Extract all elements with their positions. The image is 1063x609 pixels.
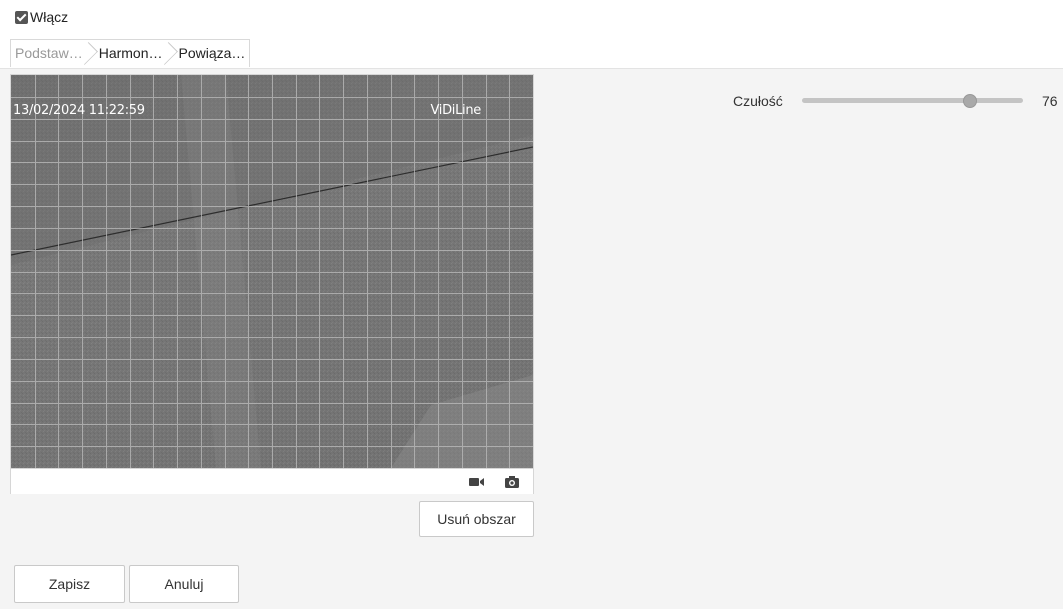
snapshot-camera-icon[interactable]: [505, 475, 519, 491]
top-bar: Włącz Podstaw… Harmon… Powiąza…: [0, 0, 1063, 69]
sensitivity-control: Czułość 76: [733, 92, 1063, 112]
tab-basic[interactable]: Podstaw…: [11, 40, 93, 67]
enable-checkbox[interactable]: Włącz: [15, 9, 68, 25]
video-timestamp: 13/02/2024 11:22:59: [13, 103, 145, 118]
video-panel: 13/02/2024 11:22:59 ViDiLine: [10, 74, 534, 494]
video-camera-icon[interactable]: [469, 475, 485, 491]
save-button[interactable]: Zapisz: [14, 565, 125, 603]
sensitivity-slider-handle[interactable]: [962, 94, 977, 108]
tab-linkage[interactable]: Powiąza…: [173, 40, 250, 67]
tab-bar: Podstaw… Harmon… Powiąza…: [10, 39, 251, 67]
enable-label: Włącz: [30, 9, 69, 25]
remove-area-button[interactable]: Usuń obszar: [419, 501, 534, 537]
motion-grid-overlay[interactable]: [11, 75, 533, 468]
sensitivity-label: Czułość: [733, 93, 783, 109]
live-video-area[interactable]: 13/02/2024 11:22:59 ViDiLine: [11, 75, 533, 468]
video-camera-name: ViDiLine: [430, 103, 481, 118]
video-toolbar: [11, 468, 533, 494]
checkbox-checked-icon[interactable]: [15, 10, 28, 24]
cancel-button[interactable]: Anuluj: [129, 565, 239, 603]
sensitivity-value: 76: [1042, 93, 1058, 109]
sensitivity-slider[interactable]: [802, 94, 1023, 108]
tab-schedule[interactable]: Harmon…: [93, 40, 173, 67]
